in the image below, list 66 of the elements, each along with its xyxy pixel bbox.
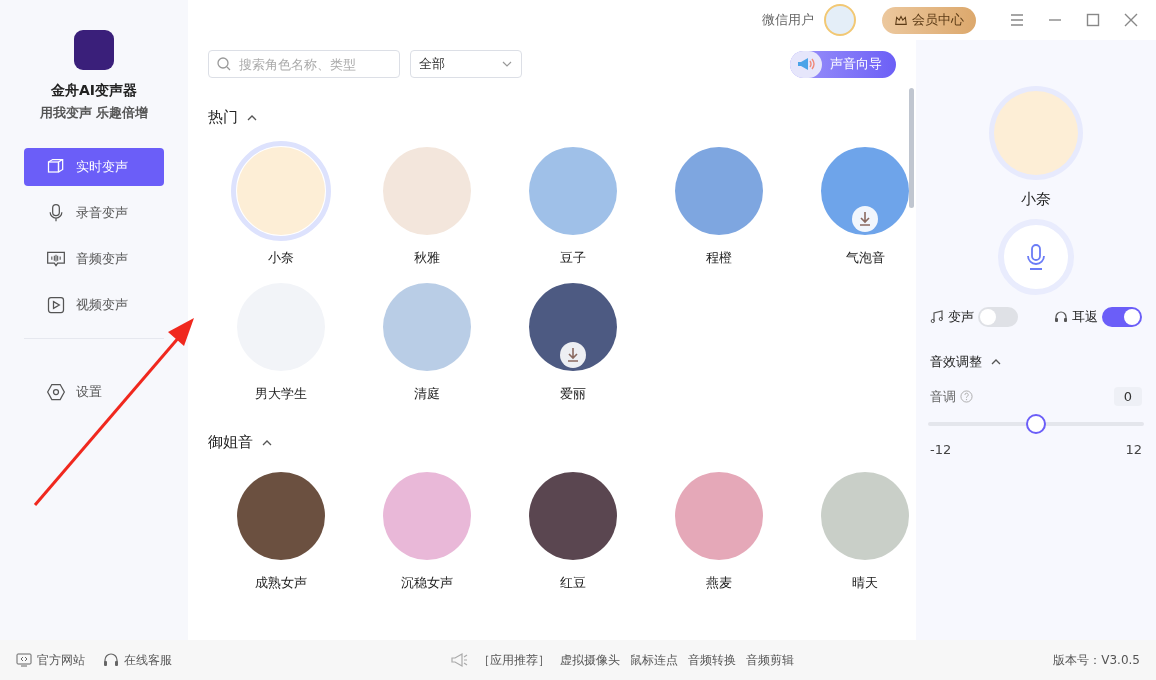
selected-voice-name: 小奈: [1021, 190, 1051, 209]
voice-card[interactable]: 燕麦: [646, 466, 792, 592]
app-slogan: 用我变声 乐趣倍增: [39, 104, 149, 122]
nav-item[interactable]: 实时变声: [24, 148, 164, 186]
toggle-label: 变声: [948, 308, 974, 326]
nav-item[interactable]: 录音变声: [24, 194, 164, 232]
nav-item[interactable]: 音频变声: [24, 240, 164, 278]
settings-icon: [46, 382, 66, 402]
download-icon[interactable]: [852, 206, 878, 232]
headphones-icon: [1054, 310, 1068, 324]
monitor-icon: [16, 652, 32, 668]
recommend-label: ［应用推荐］: [477, 651, 550, 669]
voice-card[interactable]: 晴天: [792, 466, 916, 592]
slider-thumb[interactable]: [1026, 414, 1046, 434]
close-icon: [1124, 13, 1138, 27]
menu-icon: [1010, 13, 1024, 27]
user-avatar[interactable]: [824, 4, 856, 36]
user-name[interactable]: 微信用户: [762, 11, 814, 29]
voice-card[interactable]: 清庭: [354, 277, 500, 403]
search-field[interactable]: 搜索角色名称、类型: [208, 50, 400, 78]
megaphone-icon: [796, 55, 816, 73]
voice-card[interactable]: 豆子: [500, 141, 646, 267]
voice-card[interactable]: 程橙: [646, 141, 792, 267]
search-icon: [216, 56, 232, 72]
waveform-icon: [46, 249, 66, 269]
maximize-icon: [1086, 13, 1100, 27]
toggle-switch[interactable]: [1102, 307, 1142, 327]
vip-center-button[interactable]: 会员中心: [882, 6, 976, 34]
app-name: 金舟AI变声器: [50, 82, 137, 100]
section-title: 御姐音: [208, 433, 253, 452]
crown-icon: [894, 13, 908, 27]
play-icon: [46, 295, 66, 315]
settings-nav-item[interactable]: 设置: [24, 373, 164, 411]
section-title: 热门: [208, 108, 238, 127]
app-link[interactable]: 音频转换: [687, 651, 736, 669]
slider-min-label: -12: [930, 442, 952, 457]
app-link[interactable]: 音频剪辑: [745, 651, 794, 669]
pitch-value: 0: [1113, 387, 1142, 406]
category-dropdown[interactable]: 全部: [410, 50, 522, 78]
headset-icon: [103, 652, 119, 668]
voice-card[interactable]: 成熟女声: [208, 466, 354, 592]
download-icon[interactable]: [560, 342, 586, 368]
scrollbar[interactable]: [909, 88, 914, 208]
voice-card[interactable]: 气泡音: [792, 141, 916, 267]
pitch-slider[interactable]: [928, 414, 1144, 434]
music-note-icon: [930, 310, 944, 324]
slider-max-label: 12: [1125, 442, 1142, 457]
app-link[interactable]: 鼠标连点: [629, 651, 678, 669]
footer-link[interactable]: 在线客服: [103, 651, 172, 669]
megaphone-icon: [449, 652, 468, 668]
toggle-label: 耳返: [1072, 308, 1098, 326]
toggle-switch[interactable]: [978, 307, 1018, 327]
help-icon[interactable]: [960, 390, 973, 403]
effects-title: 音效调整: [930, 353, 982, 371]
footer-link[interactable]: 官方网站: [16, 651, 85, 669]
version-label: 版本号：V3.0.5: [1053, 651, 1140, 669]
app-link[interactable]: 虚拟摄像头: [559, 651, 620, 669]
voice-guide-button[interactable]: 声音向导: [790, 50, 896, 78]
app-logo: [74, 30, 114, 70]
voice-card[interactable]: 沉稳女声: [354, 466, 500, 592]
voice-card[interactable]: 秋雅: [354, 141, 500, 267]
pitch-label: 音调: [930, 387, 956, 406]
voice-card[interactable]: 红豆: [500, 466, 646, 592]
voice-card[interactable]: 爱丽: [500, 277, 646, 403]
voice-card[interactable]: 男大学生: [208, 277, 354, 403]
nav-item[interactable]: 视频变声: [24, 286, 164, 324]
